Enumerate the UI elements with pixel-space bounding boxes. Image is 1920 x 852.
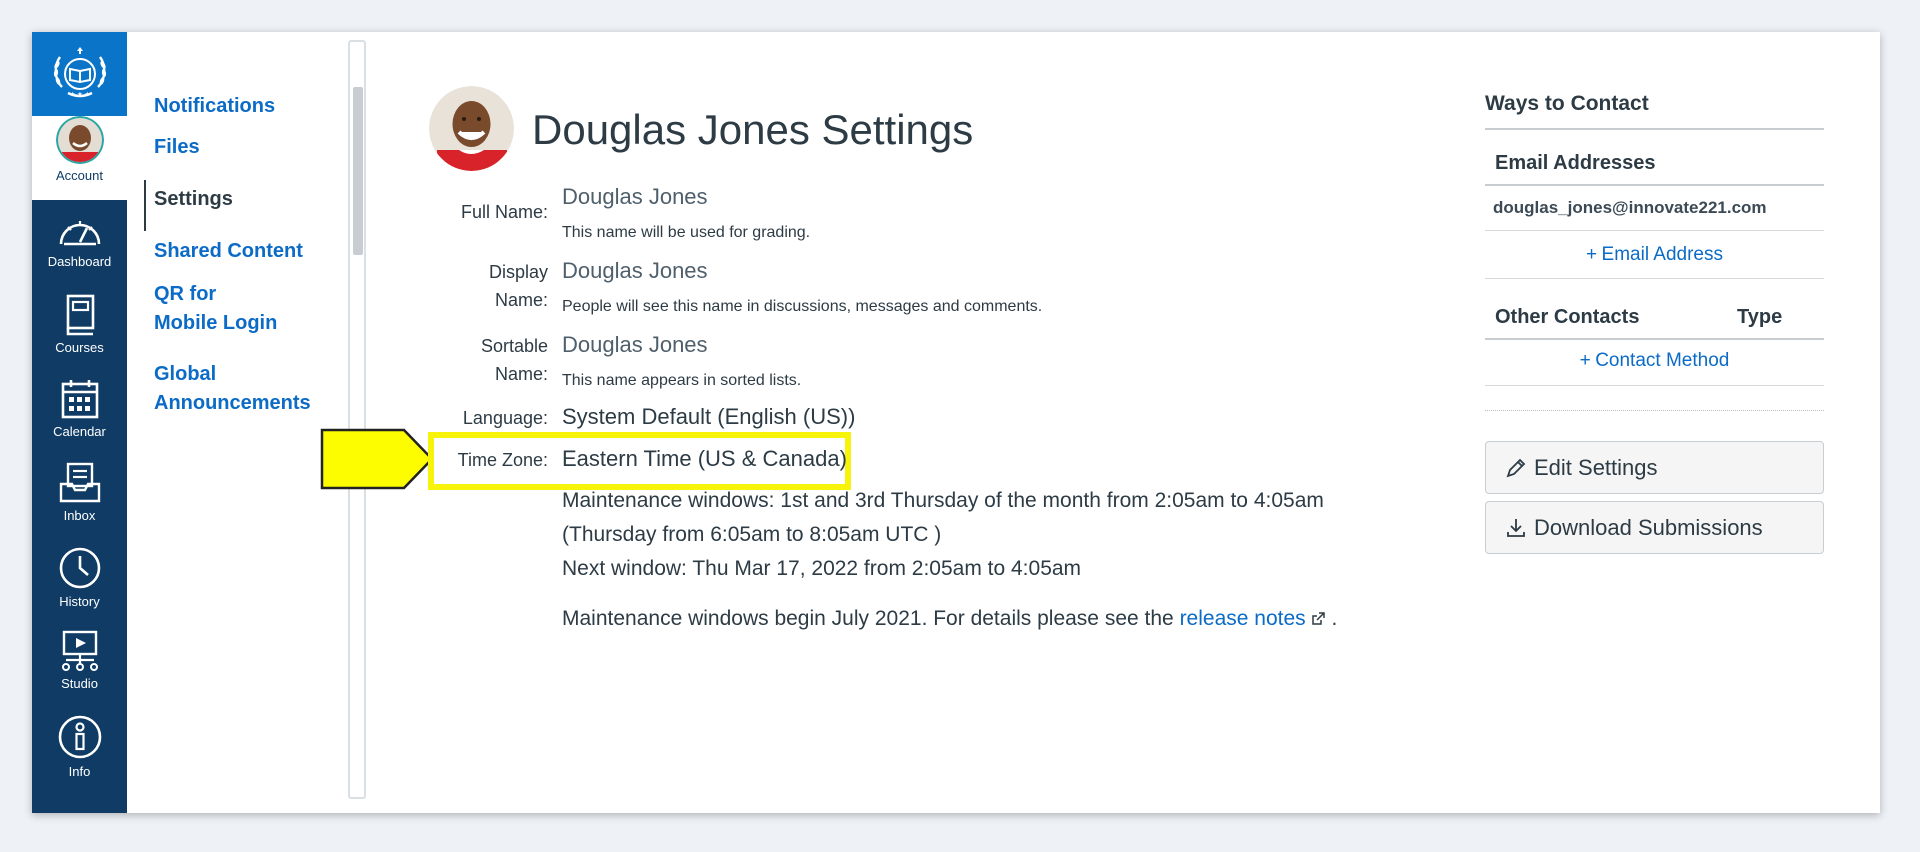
dotted-divider <box>1485 410 1824 411</box>
release-notes-link[interactable]: release notes <box>1180 607 1306 630</box>
external-link-icon <box>1311 612 1325 625</box>
nav-info-label: Info <box>68 764 91 779</box>
divider <box>1485 184 1824 186</box>
page-title: Douglas Jones Settings <box>532 106 974 153</box>
time-zone-label: Time Zone: <box>457 450 548 470</box>
sortable-name-hint: This name appears in sorted lists. <box>562 372 802 389</box>
app-frame: ★ ★ ★ Account Dashboard Courses Calendar… <box>32 32 1880 813</box>
nav-studio[interactable]: Studio <box>32 630 127 691</box>
maintenance-line-2: (Thursday from 6:05am to 8:05am UTC ) <box>562 523 942 546</box>
nav-history[interactable]: History <box>32 546 127 609</box>
subnav-settings[interactable]: Settings <box>154 185 233 214</box>
display-name-value: Douglas Jones <box>562 258 708 283</box>
email-addresses-heading: Email Addresses <box>1495 152 1656 174</box>
nav-account-label: Account <box>56 168 103 183</box>
download-submissions-button[interactable]: Download Submissions <box>1485 501 1824 554</box>
download-submissions-label: Download Submissions <box>1534 514 1763 540</box>
plus-icon: + <box>1585 244 1598 265</box>
period: . <box>1331 607 1338 630</box>
full-name-label: Full Name: <box>460 202 548 222</box>
add-email-button[interactable]: + Email Address <box>1485 244 1824 266</box>
studio-icon <box>61 630 98 671</box>
nav-calendar-label: Calendar <box>53 424 106 439</box>
nav-dashboard-label: Dashboard <box>47 254 112 269</box>
subnav-mobile-login[interactable]: Mobile Login <box>154 309 277 338</box>
subnav-files[interactable]: Files <box>154 133 200 162</box>
time-zone-value: Eastern Time (US & Canada) <box>562 446 847 471</box>
next-window: Next window: Thu Mar 17, 2022 from 2:05a… <box>562 557 1082 580</box>
info-icon <box>58 715 101 759</box>
display-name-label-2: Name: <box>494 290 548 310</box>
add-email-label: Email Address <box>1601 244 1723 265</box>
nav-calendar[interactable]: Calendar <box>32 378 127 439</box>
language-value: System Default (English (US)) <box>562 404 856 429</box>
divider <box>1485 338 1824 340</box>
maintenance-begin: Maintenance windows begin July 2021. For… <box>562 602 1337 636</box>
laurel-book-icon: ★ ★ ★ <box>53 47 106 98</box>
maintenance-begin-text: Maintenance windows begin July 2021. For… <box>562 607 1174 630</box>
svg-text:★ ★ ★: ★ ★ ★ <box>70 91 90 98</box>
calendar-icon <box>61 380 98 419</box>
subnav-qr-for[interactable]: QR for <box>154 280 216 309</box>
subnav-shared-content[interactable]: Shared Content <box>154 237 303 266</box>
email-address[interactable]: douglas_jones@innovate221.com <box>1493 198 1832 218</box>
divider <box>1485 128 1824 130</box>
nav-inbox-label: Inbox <box>63 508 96 523</box>
scrollbar-thumb[interactable] <box>353 87 363 255</box>
subnav-scrollbar[interactable] <box>348 40 366 799</box>
nav-courses[interactable]: Courses <box>32 294 127 355</box>
history-icon <box>59 547 100 589</box>
nav-account[interactable]: Account <box>32 116 127 200</box>
institution-logo[interactable]: ★ ★ ★ <box>32 32 127 116</box>
settings-subnav: Notifications Files Settings Shared Cont… <box>127 32 342 813</box>
sortable-name-label-1: Sortable <box>480 336 548 356</box>
edit-settings-label: Edit Settings <box>1534 454 1658 480</box>
full-name-value: Douglas Jones <box>562 184 708 209</box>
subnav-announcements[interactable]: Announcements <box>154 389 311 418</box>
user-avatar <box>55 116 104 164</box>
download-icon <box>1507 518 1525 537</box>
full-name-hint: This name will be used for grading. <box>562 224 811 241</box>
sortable-name-value: Douglas Jones <box>562 332 708 357</box>
nav-info[interactable]: Info <box>32 714 127 779</box>
subnav-global[interactable]: Global <box>154 360 216 389</box>
courses-icon <box>66 294 94 336</box>
edit-settings-button[interactable]: Edit Settings <box>1485 441 1824 494</box>
subnav-notifications[interactable]: Notifications <box>154 92 275 121</box>
pencil-icon <box>1506 458 1526 477</box>
nav-history-label: History <box>59 594 100 609</box>
global-nav: ★ ★ ★ Account Dashboard Courses Calendar… <box>32 32 127 813</box>
nav-inbox[interactable]: Inbox <box>32 462 127 523</box>
nav-dashboard[interactable]: Dashboard <box>32 212 127 269</box>
add-contact-method-button[interactable]: + Contact Method <box>1485 350 1824 372</box>
sortable-name-label-2: Name: <box>494 364 548 384</box>
plus-icon: + <box>1579 350 1591 371</box>
profile-avatar[interactable] <box>429 86 514 171</box>
divider <box>1485 385 1824 386</box>
dashboard-icon <box>59 221 100 246</box>
divider <box>1485 230 1824 231</box>
add-contact-label: Contact Method <box>1595 350 1730 371</box>
maintenance-line-1: Maintenance windows: 1st and 3rd Thursda… <box>562 489 1324 512</box>
nav-courses-label: Courses <box>55 340 104 355</box>
ways-to-contact-heading: Ways to Contact <box>1485 92 1649 115</box>
active-indicator <box>144 180 146 231</box>
inbox-icon <box>59 462 100 503</box>
nav-studio-label: Studio <box>61 676 98 691</box>
type-heading: Type <box>1737 306 1783 328</box>
display-name-label-1: Display <box>488 262 548 282</box>
divider <box>1485 278 1824 279</box>
display-name-hint: People will see this name in discussions… <box>562 298 1043 315</box>
